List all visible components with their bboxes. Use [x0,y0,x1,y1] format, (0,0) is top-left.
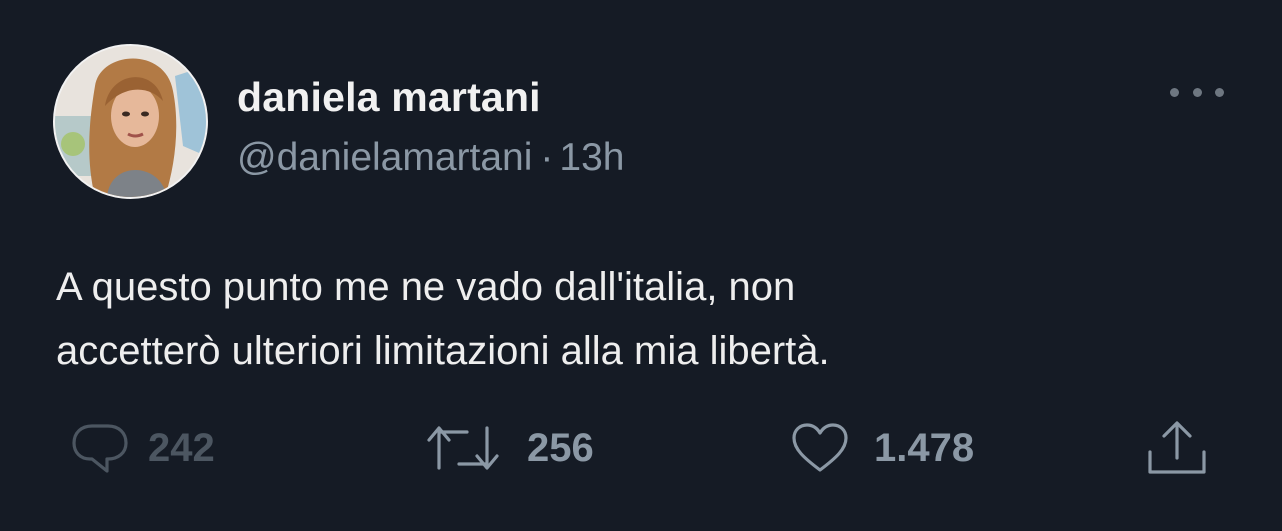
author-meta: @danielamartani · 13h [237,136,625,180]
tweet-text-line: A questo punto me ne vado dall'italia, n… [56,265,796,309]
share-icon [1148,421,1206,474]
like-button[interactable]: 1.478 [790,418,974,478]
retweet-button[interactable]: 256 [423,418,594,478]
retweet-count: 256 [527,425,594,470]
share-button[interactable] [1142,418,1212,478]
author-name[interactable]: daniela martani [237,74,541,121]
reply-icon [72,424,128,473]
reply-button[interactable]: 242 [70,418,215,478]
avatar-photo [55,46,206,197]
reply-count: 242 [148,425,215,470]
author-handle[interactable]: @danielamartani [237,136,532,179]
more-options-button[interactable] [1170,82,1224,102]
tweet-timestamp[interactable]: 13h [559,136,624,179]
meta-separator: · [540,136,554,179]
retweet-icon [427,426,499,470]
more-horizontal-icon [1170,87,1179,97]
tweet-text-line: accetterò ulteriori limitazioni alla mia… [56,329,830,373]
heart-icon [792,423,848,472]
avatar[interactable] [53,44,208,199]
tweet-card: daniela martani @danielamartani · 13h A qu… [0,0,1282,531]
like-count: 1.478 [874,425,975,470]
more-dot [1192,87,1202,97]
tweet-text: A questo punto me ne vado dall'italia, n… [56,255,1236,383]
more-dot [1215,87,1224,97]
